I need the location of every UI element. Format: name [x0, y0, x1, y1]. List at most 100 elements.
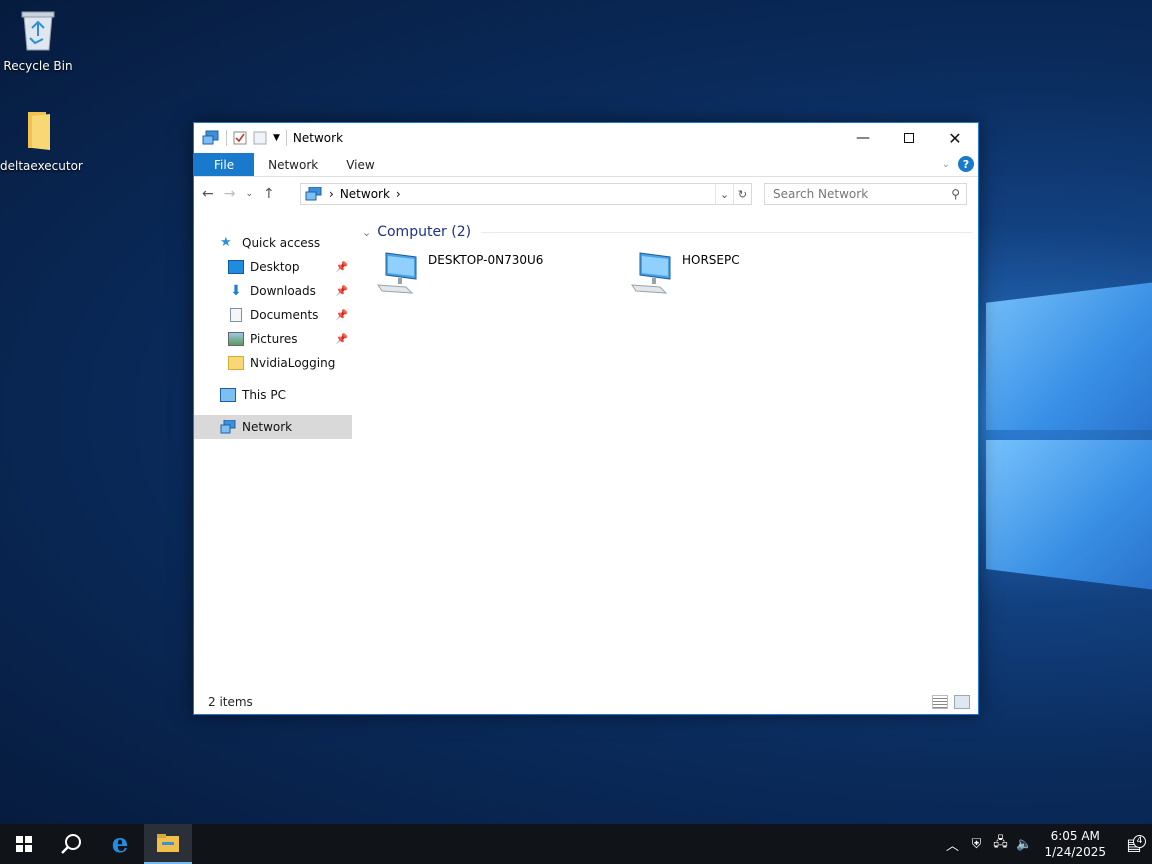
recycle-bin-desktop-icon[interactable]: Recycle Bin: [0, 8, 76, 73]
action-center-button[interactable]: ▤ 4: [1116, 834, 1152, 854]
minimize-button[interactable]: —: [840, 123, 886, 153]
file-explorer-icon: [157, 834, 179, 852]
back-arrow-icon[interactable]: ←: [202, 186, 214, 202]
computer-icon: [220, 388, 236, 402]
nav-nvidialogging[interactable]: NvidiaLogging: [194, 351, 352, 375]
breadcrumb-chevron-icon[interactable]: ›: [396, 187, 401, 201]
status-bar: 2 items: [194, 690, 978, 714]
search-input[interactable]: [773, 187, 938, 201]
network-status-icon[interactable]: 🖧: [988, 833, 1012, 855]
clock[interactable]: 6:05 AM 1/24/2025: [1044, 828, 1106, 860]
help-icon[interactable]: ?: [958, 156, 974, 172]
properties-icon[interactable]: [233, 131, 247, 145]
deltaexecutor-label: deltaexecutor: [0, 159, 83, 173]
customize-toolbar-chevron-icon[interactable]: ▼: [273, 133, 280, 143]
close-button[interactable]: ✕: [932, 123, 978, 153]
search-icon: [61, 834, 81, 854]
system-tray: ︿ ⛨ 🖧 🔈 6:05 AM 1/24/2025 ▤ 4: [940, 824, 1152, 864]
desktop-icon: [228, 260, 244, 274]
pictures-icon: [228, 332, 244, 346]
minimize-icon: —: [856, 130, 870, 146]
title-bar[interactable]: ▼ Network — ✕: [194, 123, 978, 153]
window-title: Network: [292, 131, 344, 145]
network-app-icon: [202, 130, 219, 145]
address-bar-row: ← → ⌄ ↑ › Network › ⌄ ↻ ⚲: [194, 177, 978, 211]
new-folder-icon[interactable]: [253, 131, 267, 145]
windows-start-icon: [16, 836, 32, 852]
computer-item[interactable]: HORSEPC: [630, 251, 740, 295]
windows-logo-wallpaper: [980, 262, 1152, 622]
quick-access-toolbar: ▼: [202, 130, 287, 146]
recycle-bin-label: Recycle Bin: [3, 59, 73, 73]
network-icon: [220, 420, 236, 434]
nav-desktop[interactable]: Desktop 📌: [194, 255, 352, 279]
computer-monitor-icon: [631, 252, 671, 294]
details-view-icon[interactable]: [932, 695, 948, 709]
taskbar: e ︿ ⛨ 🖧 🔈 6:05 AM 1/24/2025 ▤ 4: [0, 824, 1152, 864]
item-count: 2 items: [208, 695, 253, 709]
tab-file[interactable]: File: [194, 153, 255, 176]
file-explorer-taskbar-button[interactable]: [144, 824, 192, 864]
ribbon-tabs: File Network View ⌄ ?: [194, 153, 978, 177]
up-arrow-icon[interactable]: ↑: [263, 186, 275, 202]
search-icon[interactable]: ⚲: [951, 187, 960, 201]
large-icons-view-icon[interactable]: [954, 695, 970, 709]
clock-time: 6:05 AM: [1050, 829, 1100, 843]
close-icon: ✕: [948, 128, 962, 148]
pin-icon[interactable]: 📌: [336, 262, 348, 273]
breadcrumb-network[interactable]: Network: [340, 187, 390, 201]
tab-view[interactable]: View: [332, 153, 388, 176]
refresh-icon[interactable]: ↻: [733, 184, 751, 204]
address-bar[interactable]: › Network › ⌄ ↻: [300, 183, 752, 205]
nav-nvidialogging-label: NvidiaLogging: [250, 356, 336, 370]
deltaexecutor-desktop-icon[interactable]: deltaexecutor: [0, 108, 83, 173]
nav-documents-label: Documents: [250, 308, 319, 322]
group-header-computer[interactable]: ⌄ Computer (2): [362, 221, 972, 243]
nav-desktop-label: Desktop: [250, 260, 300, 274]
edge-browser-icon: e: [111, 829, 129, 859]
nav-pictures[interactable]: Pictures 📌: [194, 327, 352, 351]
content-pane[interactable]: ⌄ Computer (2) DESKTOP-0N730U6 HORSEPC: [352, 211, 978, 690]
nav-quick-access[interactable]: ★ Quick access: [194, 231, 352, 255]
address-dropdown-icon[interactable]: ⌄: [715, 184, 733, 204]
pin-icon[interactable]: 📌: [336, 286, 348, 297]
notification-count: 4: [1133, 834, 1146, 848]
recycle-bin-icon: [21, 11, 55, 51]
nav-quick-access-label: Quick access: [242, 236, 321, 250]
tab-network[interactable]: Network: [254, 153, 332, 176]
network-location-icon: [305, 187, 322, 201]
start-button[interactable]: [0, 824, 48, 864]
computer-name: HORSEPC: [682, 253, 740, 267]
forward-arrow-icon[interactable]: →: [224, 186, 236, 202]
expand-ribbon-chevron-icon[interactable]: ⌄: [942, 159, 950, 170]
show-hidden-icons-chevron-icon[interactable]: ︿: [940, 835, 964, 854]
pin-icon[interactable]: 📌: [336, 334, 348, 345]
search-box[interactable]: ⚲: [764, 183, 967, 205]
security-alert-icon[interactable]: ⛨: [964, 837, 988, 852]
search-taskbar-button[interactable]: [48, 824, 96, 864]
file-explorer-window: ▼ Network — ✕ File Network View ⌄ ? ← → …: [193, 122, 979, 715]
maximize-icon: [904, 133, 914, 143]
recent-locations-chevron-icon[interactable]: ⌄: [245, 189, 253, 199]
navigation-pane: ★ Quick access Desktop 📌 ⬇ Downloads 📌 D…: [194, 211, 352, 690]
maximize-button[interactable]: [886, 123, 932, 153]
volume-muted-icon[interactable]: 🔈: [1012, 837, 1036, 852]
clock-date: 1/24/2025: [1044, 845, 1106, 859]
folder-icon: [28, 112, 50, 150]
nav-this-pc-label: This PC: [242, 388, 286, 402]
nav-network-label: Network: [242, 420, 293, 434]
edge-taskbar-button[interactable]: e: [96, 824, 144, 864]
group-header-label: Computer (2): [377, 224, 472, 240]
computer-item[interactable]: DESKTOP-0N730U6: [376, 251, 543, 295]
nav-this-pc[interactable]: This PC: [194, 383, 352, 407]
star-icon: ★: [220, 235, 232, 250]
nav-network[interactable]: Network: [194, 415, 352, 439]
pin-icon[interactable]: 📌: [336, 310, 348, 321]
computer-monitor-icon: [377, 252, 417, 294]
download-arrow-icon: ⬇: [230, 283, 242, 299]
nav-downloads[interactable]: ⬇ Downloads 📌: [194, 279, 352, 303]
breadcrumb-separator-icon[interactable]: ›: [329, 187, 334, 201]
computer-name: DESKTOP-0N730U6: [428, 253, 544, 267]
nav-documents[interactable]: Documents 📌: [194, 303, 352, 327]
collapse-chevron-icon[interactable]: ⌄: [362, 226, 371, 239]
